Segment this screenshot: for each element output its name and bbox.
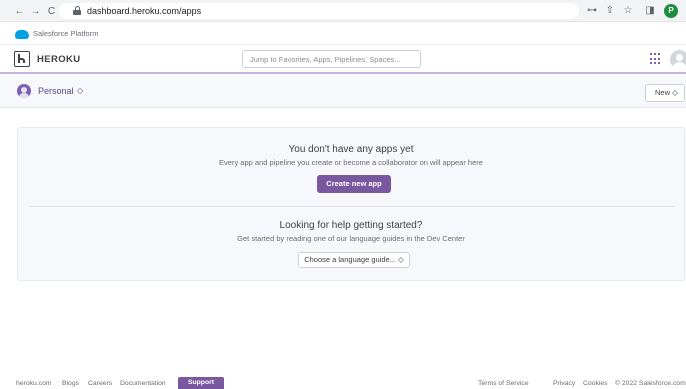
search-input[interactable]: Jump to Favorites, Apps, Pipelines, Spac…	[242, 50, 421, 68]
browser-toolbar: ← → C dashboard.heroku.com/apps ⊶ ⇧ ☆ ◨ …	[0, 0, 686, 22]
empty-state-title: You don't have any apps yet	[288, 144, 414, 155]
team-switcher-bar: Personal ◇ New ◇	[0, 75, 686, 108]
footer: heroku.com Blogs Careers Documentation S…	[0, 377, 686, 389]
chevron-updown-icon[interactable]: ◇	[77, 86, 83, 95]
forward-icon[interactable]: →	[30, 6, 41, 17]
create-new-app-button[interactable]: Create new app	[317, 175, 391, 193]
empty-state-subtitle: Every app and pipeline you create or bec…	[219, 158, 483, 167]
sidebar-toggle-icon[interactable]: ◨	[644, 5, 656, 17]
lock-icon	[73, 6, 81, 15]
heroku-header: HEROKU Jump to Favorites, Apps, Pipeline…	[0, 46, 686, 74]
apps-grid-icon[interactable]	[650, 53, 662, 65]
footer-link-privacy[interactable]: Privacy	[553, 380, 575, 387]
address-bar[interactable]: dashboard.heroku.com/apps	[59, 3, 579, 19]
team-switcher-label[interactable]: Personal	[38, 86, 74, 96]
footer-link-careers[interactable]: Careers	[88, 380, 112, 387]
support-button[interactable]: Support	[178, 377, 224, 389]
heroku-brand[interactable]: HEROKU	[37, 54, 81, 65]
new-button[interactable]: New ◇	[645, 84, 685, 102]
footer-link-cookies[interactable]: Cookies	[583, 380, 608, 387]
back-icon[interactable]: ←	[14, 6, 25, 17]
browser-profile-avatar[interactable]: P	[664, 4, 678, 18]
share-icon[interactable]: ⇧	[604, 5, 616, 17]
star-icon[interactable]: ☆	[622, 5, 634, 17]
help-subtitle: Get started by reading one of our langua…	[237, 234, 465, 243]
divider	[30, 206, 674, 207]
footer-link-documentation[interactable]: Documentation	[120, 380, 166, 387]
reload-icon[interactable]: C	[46, 6, 57, 17]
salesforce-logo-icon	[15, 30, 29, 39]
footer-copyright: © 2022 Salesforce.com	[615, 380, 686, 387]
help-title: Looking for help getting started?	[279, 220, 423, 231]
personal-avatar-icon[interactable]	[17, 84, 31, 98]
account-avatar[interactable]	[670, 50, 686, 69]
footer-link-heroku[interactable]: heroku.com	[16, 380, 52, 387]
footer-link-blogs[interactable]: Blogs	[62, 380, 79, 387]
url-text: dashboard.heroku.com/apps	[87, 6, 202, 16]
apps-empty-panel: You don't have any apps yet Every app an…	[17, 127, 685, 281]
heroku-logo-icon[interactable]	[14, 51, 30, 67]
salesforce-platform-label: Salesforce Platform	[33, 29, 99, 38]
search-placeholder: Jump to Favorites, Apps, Pipelines, Spac…	[250, 55, 401, 64]
key-icon[interactable]: ⊶	[586, 5, 598, 17]
salesforce-platform-bar: Salesforce Platform	[0, 23, 686, 45]
language-guide-select[interactable]: Choose a language guide... ◇	[298, 252, 410, 268]
footer-link-terms[interactable]: Terms of Service	[478, 380, 529, 387]
